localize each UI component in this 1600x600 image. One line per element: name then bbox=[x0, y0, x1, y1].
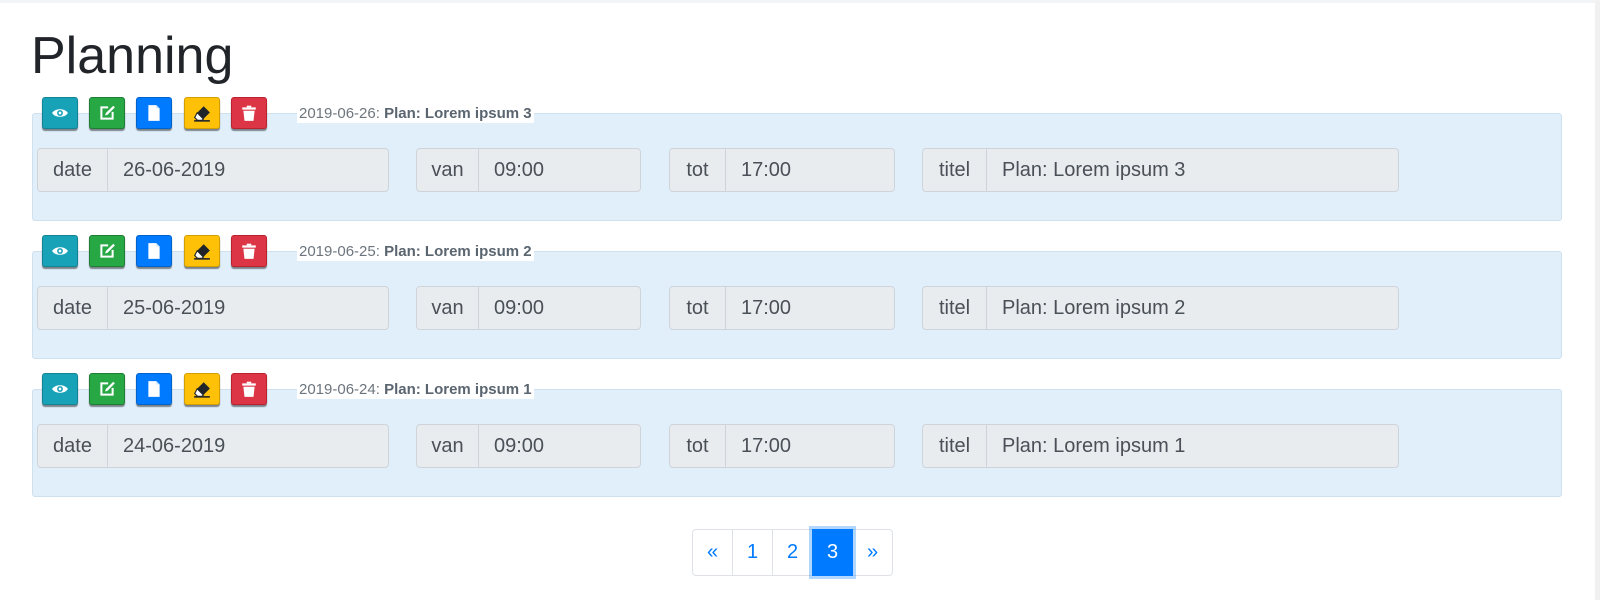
titel-field[interactable]: titel Plan: Lorem ipsum 2 bbox=[922, 286, 1399, 330]
edit-icon bbox=[98, 380, 116, 398]
document-icon bbox=[145, 104, 163, 122]
edit-button[interactable] bbox=[89, 97, 125, 129]
edit-button[interactable] bbox=[89, 235, 125, 267]
view-button[interactable] bbox=[42, 97, 78, 129]
document-button[interactable] bbox=[136, 373, 172, 405]
eye-icon bbox=[51, 242, 69, 260]
view-button[interactable] bbox=[42, 235, 78, 267]
eraser-icon bbox=[193, 380, 211, 398]
van-field[interactable]: van 09:00 bbox=[416, 148, 641, 192]
view-button[interactable] bbox=[42, 373, 78, 405]
date-value[interactable]: 26-06-2019 bbox=[108, 149, 388, 191]
van-value[interactable]: 09:00 bbox=[479, 287, 640, 329]
pagination-next-button[interactable]: » bbox=[852, 529, 893, 576]
van-field[interactable]: van 09:00 bbox=[416, 286, 641, 330]
tot-label: tot bbox=[670, 425, 726, 467]
titel-field[interactable]: titel Plan: Lorem ipsum 3 bbox=[922, 148, 1399, 192]
tot-value[interactable]: 17:00 bbox=[726, 287, 894, 329]
document-button[interactable] bbox=[136, 97, 172, 129]
legend-date: 2019-06-25: bbox=[299, 243, 380, 260]
planning-record: 2019-06-25: Plan: Lorem ipsum 2 date 25-0… bbox=[32, 235, 1562, 373]
pagination: « 1 2 3 » bbox=[692, 529, 893, 576]
tot-field[interactable]: tot 17:00 bbox=[669, 424, 895, 468]
record-legend: 2019-06-24: Plan: Lorem ipsum 1 bbox=[297, 381, 534, 399]
legend-title: Plan: Lorem ipsum 2 bbox=[384, 243, 532, 260]
eye-icon bbox=[51, 104, 69, 122]
tot-field[interactable]: tot 17:00 bbox=[669, 148, 895, 192]
erase-button[interactable] bbox=[184, 235, 220, 267]
date-field[interactable]: date 25-06-2019 bbox=[37, 286, 389, 330]
tot-value[interactable]: 17:00 bbox=[726, 425, 894, 467]
tot-field[interactable]: tot 17:00 bbox=[669, 286, 895, 330]
van-label: van bbox=[417, 287, 479, 329]
van-label: van bbox=[417, 425, 479, 467]
titel-field[interactable]: titel Plan: Lorem ipsum 1 bbox=[922, 424, 1399, 468]
eraser-icon bbox=[193, 242, 211, 260]
legend-date: 2019-06-26: bbox=[299, 105, 380, 122]
date-label: date bbox=[38, 287, 108, 329]
date-label: date bbox=[38, 425, 108, 467]
edit-icon bbox=[98, 104, 116, 122]
pagination-page-2[interactable]: 2 bbox=[772, 529, 813, 576]
date-field[interactable]: date 24-06-2019 bbox=[37, 424, 389, 468]
document-icon bbox=[145, 242, 163, 260]
legend-title: Plan: Lorem ipsum 3 bbox=[384, 105, 532, 122]
trash-icon bbox=[240, 380, 258, 398]
page-title: Planning bbox=[31, 27, 234, 85]
edit-icon bbox=[98, 242, 116, 260]
vertical-scrollbar[interactable] bbox=[1595, 0, 1600, 600]
titel-value[interactable]: Plan: Lorem ipsum 2 bbox=[987, 287, 1398, 329]
titel-value[interactable]: Plan: Lorem ipsum 3 bbox=[987, 149, 1398, 191]
legend-title: Plan: Lorem ipsum 1 bbox=[384, 381, 532, 398]
pagination-page-1[interactable]: 1 bbox=[732, 529, 773, 576]
top-border bbox=[0, 0, 1600, 3]
tot-value[interactable]: 17:00 bbox=[726, 149, 894, 191]
date-field[interactable]: date 26-06-2019 bbox=[37, 148, 389, 192]
titel-label: titel bbox=[923, 287, 987, 329]
trash-icon bbox=[240, 242, 258, 260]
edit-button[interactable] bbox=[89, 373, 125, 405]
date-label: date bbox=[38, 149, 108, 191]
record-legend: 2019-06-25: Plan: Lorem ipsum 2 bbox=[297, 243, 534, 261]
record-legend: 2019-06-26: Plan: Lorem ipsum 3 bbox=[297, 105, 534, 123]
delete-button[interactable] bbox=[231, 373, 267, 405]
erase-button[interactable] bbox=[184, 373, 220, 405]
van-field[interactable]: van 09:00 bbox=[416, 424, 641, 468]
eraser-icon bbox=[193, 104, 211, 122]
van-value[interactable]: 09:00 bbox=[479, 149, 640, 191]
document-icon bbox=[145, 380, 163, 398]
planning-record: 2019-06-26: Plan: Lorem ipsum 3 date 26-0… bbox=[32, 97, 1562, 235]
date-value[interactable]: 25-06-2019 bbox=[108, 287, 388, 329]
eye-icon bbox=[51, 380, 69, 398]
tot-label: tot bbox=[670, 287, 726, 329]
legend-date: 2019-06-24: bbox=[299, 381, 380, 398]
delete-button[interactable] bbox=[231, 97, 267, 129]
van-label: van bbox=[417, 149, 479, 191]
delete-button[interactable] bbox=[231, 235, 267, 267]
erase-button[interactable] bbox=[184, 97, 220, 129]
tot-label: tot bbox=[670, 149, 726, 191]
titel-value[interactable]: Plan: Lorem ipsum 1 bbox=[987, 425, 1398, 467]
pagination-page-3[interactable]: 3 bbox=[812, 529, 853, 576]
titel-label: titel bbox=[923, 149, 987, 191]
trash-icon bbox=[240, 104, 258, 122]
date-value[interactable]: 24-06-2019 bbox=[108, 425, 388, 467]
titel-label: titel bbox=[923, 425, 987, 467]
document-button[interactable] bbox=[136, 235, 172, 267]
pagination-prev-button[interactable]: « bbox=[692, 529, 733, 576]
planning-record: 2019-06-24: Plan: Lorem ipsum 1 date 24-0… bbox=[32, 373, 1562, 511]
van-value[interactable]: 09:00 bbox=[479, 425, 640, 467]
